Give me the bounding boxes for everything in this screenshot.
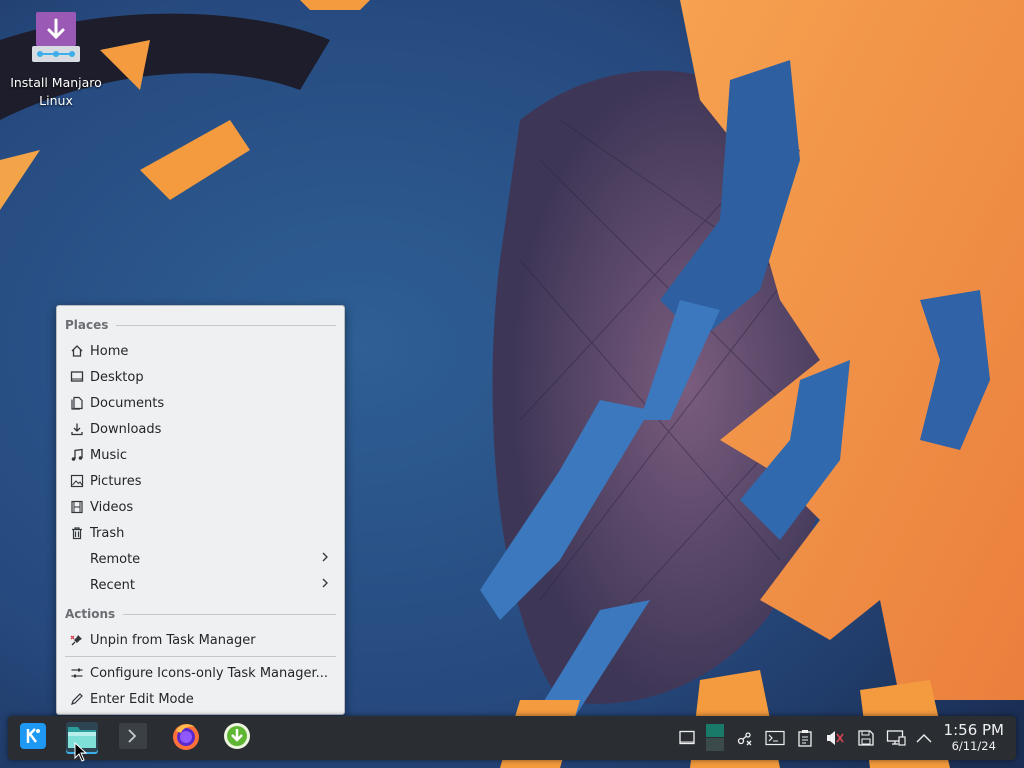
- menu-item-documents[interactable]: Documents: [59, 390, 342, 416]
- unpin-icon: [67, 633, 87, 647]
- menu-item-label: Videos: [90, 499, 134, 515]
- menu-item-downloads[interactable]: Downloads: [59, 416, 342, 442]
- task-manager-context-menu: Places Home Desktop Documents Downloads …: [56, 305, 345, 715]
- application-launcher-icon: [19, 722, 47, 754]
- desktop-icon-label-line2: Linux: [39, 93, 73, 108]
- configure-icon: [67, 666, 87, 680]
- clock-time: 1:56 PM: [943, 721, 1004, 739]
- desktop-icon-label-line1: Install Manjaro: [10, 75, 102, 90]
- menu-item-label: Configure Icons-only Task Manager...: [90, 665, 329, 681]
- network-icon[interactable]: [735, 728, 755, 748]
- terminal-task-button[interactable]: [117, 722, 149, 754]
- expand-tray-icon[interactable]: [914, 728, 934, 748]
- menu-item-recent[interactable]: Recent: [59, 572, 342, 598]
- menu-item-label: Enter Edit Mode: [90, 691, 194, 707]
- menu-item-home[interactable]: Home: [59, 338, 342, 364]
- videos-icon: [67, 500, 87, 514]
- firefox-task-button[interactable]: [170, 722, 202, 754]
- edit-icon: [67, 692, 87, 706]
- menu-item-label: Remote: [90, 551, 141, 567]
- music-icon: [67, 448, 87, 462]
- menu-item-pictures[interactable]: Pictures: [59, 468, 342, 494]
- actions-section-header: Actions: [65, 605, 336, 623]
- menu-item-unpin[interactable]: Unpin from Task Manager: [59, 627, 342, 653]
- home-icon: [67, 344, 87, 358]
- menu-item-videos[interactable]: Videos: [59, 494, 342, 520]
- menu-item-label: Pictures: [90, 473, 142, 489]
- chevron-right-icon: [320, 577, 334, 593]
- application-launcher-button[interactable]: [17, 722, 49, 754]
- show-desktop-icon[interactable]: [677, 728, 697, 748]
- terminal-tray-icon[interactable]: [765, 728, 785, 748]
- clipboard-icon[interactable]: [795, 728, 815, 748]
- menu-item-label: Downloads: [90, 421, 162, 437]
- disks-icon[interactable]: [856, 728, 876, 748]
- installer-icon: [223, 722, 251, 754]
- menu-item-label: Desktop: [90, 369, 144, 385]
- menu-item-label: Recent: [90, 577, 135, 593]
- pictures-icon: [67, 474, 87, 488]
- places-section-header: Places: [65, 316, 336, 334]
- install-manjaro-icon: [30, 10, 82, 66]
- places-header-label: Places: [65, 318, 109, 332]
- menu-item-label: Home: [90, 343, 129, 359]
- terminal-icon: [118, 722, 148, 754]
- pager-icon[interactable]: [705, 724, 725, 752]
- menu-item-label: Trash: [90, 525, 125, 541]
- trash-icon: [67, 526, 87, 540]
- menu-item-desktop[interactable]: Desktop: [59, 364, 342, 390]
- taskbar-panel: 1:56 PM 6/11/24: [8, 716, 1016, 760]
- digital-clock[interactable]: 1:56 PM 6/11/24: [944, 721, 1004, 754]
- chevron-right-icon: [320, 551, 334, 567]
- actions-header-label: Actions: [65, 607, 116, 621]
- volume-muted-icon[interactable]: [825, 728, 845, 748]
- menu-item-remote[interactable]: Remote: [59, 546, 342, 572]
- installer-task-button[interactable]: [221, 722, 253, 754]
- menu-item-configure[interactable]: Configure Icons-only Task Manager...: [59, 660, 342, 686]
- display-icon[interactable]: [886, 728, 906, 748]
- firefox-icon: [171, 721, 201, 755]
- menu-item-label: Music: [90, 447, 127, 463]
- documents-icon: [67, 396, 87, 410]
- menu-item-edit-mode[interactable]: Enter Edit Mode: [59, 686, 342, 712]
- section-divider: [123, 613, 336, 615]
- menu-item-label: Documents: [90, 395, 165, 411]
- desktop-icon: [67, 370, 87, 384]
- downloads-icon: [67, 422, 87, 436]
- mouse-cursor-icon: [74, 742, 88, 762]
- clock-date: 6/11/24: [951, 739, 996, 753]
- menu-separator: [65, 656, 336, 657]
- menu-item-trash[interactable]: Trash: [59, 520, 342, 546]
- menu-item-music[interactable]: Music: [59, 442, 342, 468]
- menu-item-label: Unpin from Task Manager: [90, 632, 256, 648]
- desktop-icon-install-manjaro[interactable]: Install Manjaro Linux: [4, 10, 108, 110]
- section-divider: [116, 324, 336, 326]
